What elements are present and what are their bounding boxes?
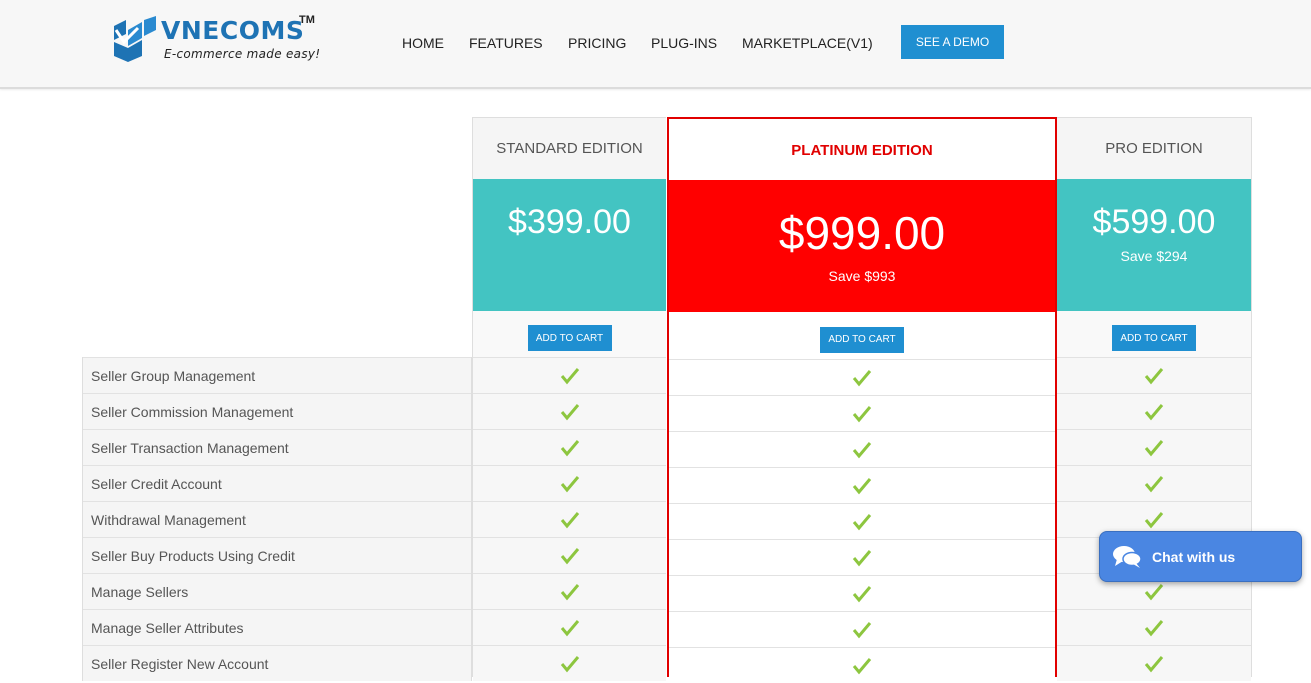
check-icon xyxy=(852,441,872,458)
feature-check-cell xyxy=(669,395,1055,431)
check-icon xyxy=(560,619,579,636)
check-icon xyxy=(852,369,872,386)
feature-check-cell xyxy=(1057,645,1251,681)
site-header: VNECOMS TM E-commerce made easy! HOME FE… xyxy=(0,0,1311,89)
feature-check-cell xyxy=(473,645,666,681)
feature-row: Manage Sellers xyxy=(83,573,471,609)
feature-row: Withdrawal Management xyxy=(83,501,471,537)
feature-row: Seller Credit Account xyxy=(83,465,471,501)
price-box: $399.00 xyxy=(473,179,666,311)
feature-check-cell xyxy=(473,573,666,609)
nav-home[interactable]: HOME xyxy=(402,35,444,51)
feature-check-cell xyxy=(473,429,666,465)
feature-check-cell xyxy=(473,465,666,501)
check-icon xyxy=(1144,475,1164,492)
feature-check-cell xyxy=(473,537,666,573)
check-icon xyxy=(560,511,579,528)
check-icon xyxy=(852,621,872,638)
check-icon xyxy=(560,367,579,384)
feature-row: Manage Seller Attributes xyxy=(83,609,471,645)
check-icon xyxy=(560,655,579,672)
feature-check-cell xyxy=(473,393,666,429)
check-icon xyxy=(852,513,872,530)
check-icon xyxy=(1144,655,1164,672)
logo-name: VNECOMS xyxy=(161,16,305,45)
check-icon xyxy=(560,583,579,600)
add-to-cart-button[interactable]: ADD TO CART xyxy=(820,326,904,353)
nav-marketplace[interactable]: MARKETPLACE(V1) xyxy=(742,35,873,51)
plan-name: PRO EDITION xyxy=(1057,117,1251,179)
plan-price: $399.00 xyxy=(508,203,631,241)
feature-check-cell xyxy=(473,609,666,645)
feature-check-cell xyxy=(473,501,666,537)
feature-checks xyxy=(473,357,666,681)
check-icon xyxy=(1144,439,1164,456)
plan-name: STANDARD EDITION xyxy=(473,117,666,179)
feature-check-cell xyxy=(1057,393,1251,429)
feature-row: Seller Commission Management xyxy=(83,393,471,429)
feature-check-cell xyxy=(1057,609,1251,645)
feature-row: Seller Group Management xyxy=(83,357,471,393)
plan-savings: Save $294 xyxy=(1120,248,1188,264)
feature-row: Seller Register New Account xyxy=(83,645,471,681)
feature-check-cell xyxy=(1057,357,1251,393)
check-icon xyxy=(1144,583,1164,600)
plan-platinum: PLATINUM EDITION $999.00 Save $993 ADD T… xyxy=(667,117,1057,683)
plan-pro: PRO EDITION $599.00 Save $294 ADD TO CAR… xyxy=(1057,117,1252,681)
see-a-demo-button[interactable]: SEE A DEMO xyxy=(901,25,1004,59)
feature-check-cell xyxy=(669,647,1055,683)
feature-list: Seller Group Management Seller Commission… xyxy=(82,357,472,681)
feature-row: Seller Transaction Management xyxy=(83,429,471,465)
add-to-cart-button[interactable]: ADD TO CART xyxy=(1112,325,1196,351)
feature-row: Seller Buy Products Using Credit xyxy=(83,537,471,573)
nav-features[interactable]: FEATURES xyxy=(469,35,543,51)
feature-check-cell xyxy=(669,575,1055,611)
check-icon xyxy=(852,657,872,674)
check-icon xyxy=(560,439,579,456)
check-icon xyxy=(852,549,872,566)
cart-area: ADD TO CART xyxy=(473,311,666,357)
logo-tagline: E-commerce made easy! xyxy=(164,47,321,61)
check-icon xyxy=(852,585,872,602)
feature-check-cell xyxy=(473,357,666,393)
feature-check-cell xyxy=(1057,465,1251,501)
check-icon xyxy=(560,403,579,420)
check-icon xyxy=(852,477,872,494)
nav-pricing[interactable]: PRICING xyxy=(568,35,626,51)
feature-checks xyxy=(669,359,1055,683)
plan-price: $999.00 xyxy=(778,207,946,259)
feature-check-cell xyxy=(1057,429,1251,465)
nav-plug-ins[interactable]: PLUG-INS xyxy=(651,35,717,51)
price-box: $599.00 Save $294 xyxy=(1057,179,1251,311)
check-icon xyxy=(560,547,579,564)
add-to-cart-button[interactable]: ADD TO CART xyxy=(527,325,612,351)
plan-standard: STANDARD EDITION $399.00 ADD TO CART xyxy=(472,117,666,681)
feature-check-cell xyxy=(669,611,1055,647)
logo-trademark: TM xyxy=(299,14,315,26)
cart-area: ADD TO CART xyxy=(1057,311,1251,357)
chat-widget[interactable]: Chat with us xyxy=(1099,531,1302,582)
check-icon xyxy=(1144,367,1164,384)
vnecoms-logo[interactable]: VNECOMS TM E-commerce made easy! xyxy=(112,14,332,66)
check-icon xyxy=(1144,403,1164,420)
feature-checks xyxy=(1057,357,1251,681)
feature-check-cell xyxy=(669,467,1055,503)
feature-check-cell xyxy=(669,359,1055,395)
plan-price: $599.00 xyxy=(1092,203,1216,241)
cart-area: ADD TO CART xyxy=(669,312,1055,359)
price-box: $999.00 Save $993 xyxy=(669,180,1055,312)
plan-savings: Save $993 xyxy=(828,268,896,284)
vnecoms-logo-icon xyxy=(114,16,156,62)
check-icon xyxy=(852,405,872,422)
feature-check-cell xyxy=(669,503,1055,539)
chat-label: Chat with us xyxy=(1152,548,1236,565)
check-icon xyxy=(560,475,579,492)
check-icon xyxy=(1144,619,1164,636)
check-icon xyxy=(1144,511,1164,528)
plan-name: PLATINUM EDITION xyxy=(669,119,1055,181)
feature-check-cell xyxy=(669,539,1055,575)
chat-bubbles-icon xyxy=(1113,545,1142,568)
feature-check-cell xyxy=(669,431,1055,467)
